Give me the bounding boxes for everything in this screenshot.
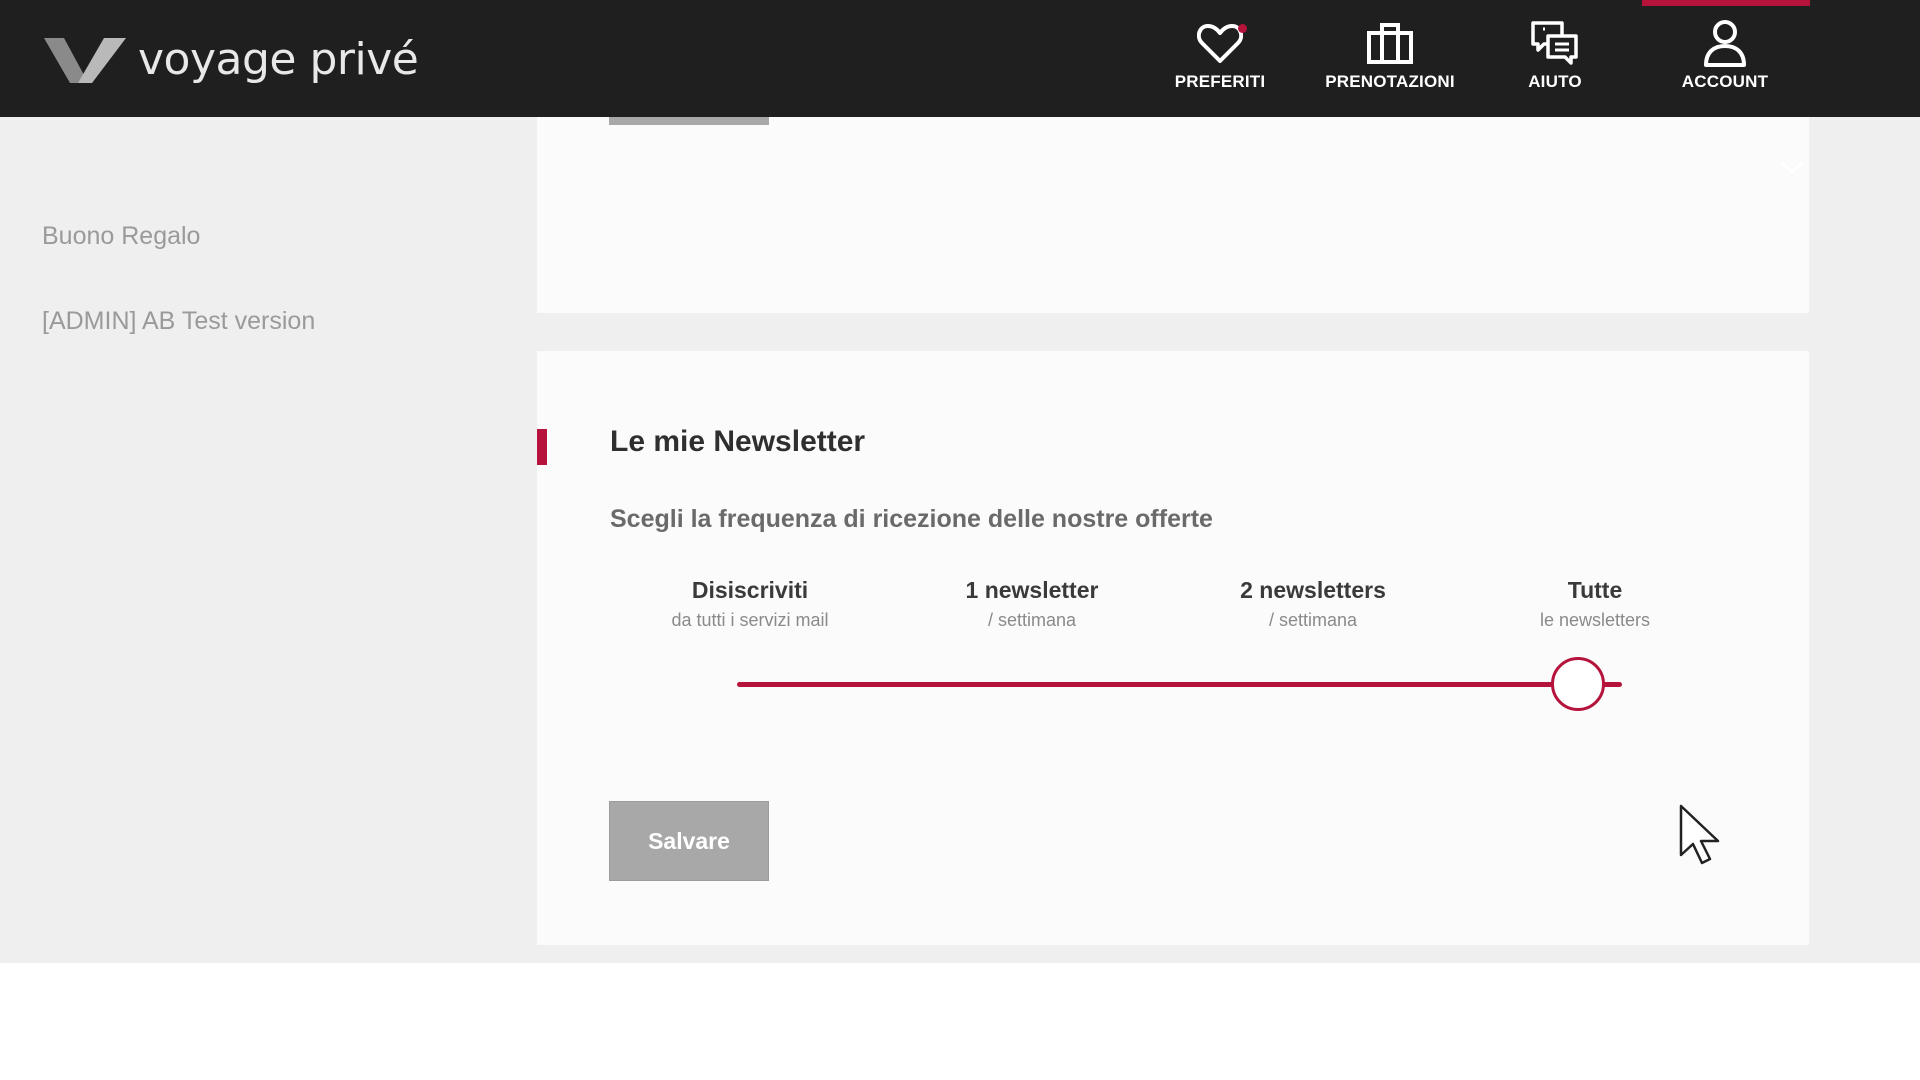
nav-bookings[interactable]: PRENOTAZIONI [1320, 0, 1460, 117]
nav-account[interactable]: ACCOUNT [1670, 0, 1780, 117]
option-subtitle: / settimana [1268, 610, 1358, 630]
option-unsubscribe[interactable]: Disiscriviti da tutti i servizi mail [630, 575, 870, 635]
nav-label: ACCOUNT [1681, 72, 1769, 91]
option-two-newsletters[interactable]: 2 newsletters / settimana [1193, 575, 1433, 635]
previous-card [537, 117, 1809, 313]
top-header: voyage privé PREFERITI PRENOTAZIONI AIUT… [0, 0, 1920, 174]
frequency-slider-track[interactable] [737, 682, 1622, 687]
suitcase-icon [1366, 16, 1414, 70]
logo-mark-icon [44, 38, 126, 83]
frequency-slider-thumb[interactable] [1551, 657, 1605, 711]
option-title: Tutte [1567, 577, 1623, 603]
option-all-newsletters[interactable]: Tutte le newsletters [1475, 575, 1715, 635]
newsletter-subtitle: Scegli la frequenza di ricezione delle n… [610, 505, 1213, 533]
favorites-notification-dot [1238, 24, 1247, 33]
sidebar-item-buono-regalo[interactable]: Buono Regalo [42, 222, 200, 251]
save-button[interactable]: Salvare [609, 801, 769, 881]
nav-label: AIUTO [1528, 72, 1582, 91]
option-subtitle: / settimana [987, 610, 1077, 630]
screenshot-stage: Buono Regalo [ADMIN] AB Test version Le … [0, 0, 1920, 1080]
nav-help[interactable]: AIUTO [1505, 0, 1605, 117]
page-content: Buono Regalo [ADMIN] AB Test version Le … [0, 117, 1920, 963]
option-title: Disiscriviti [691, 577, 809, 603]
newsletter-title: Le mie Newsletter [610, 425, 866, 458]
option-title: 1 newsletter [965, 577, 1099, 603]
voyage-prive-logo[interactable]: voyage privé [42, 30, 419, 90]
sidebar-item-admin-ab-test[interactable]: [ADMIN] AB Test version [42, 307, 315, 336]
mouse-cursor-icon [1678, 803, 1724, 872]
heart-icon [1197, 16, 1247, 70]
option-one-newsletter[interactable]: 1 newsletter / settimana [912, 575, 1152, 635]
newsletter-card: Le mie Newsletter Scegli la frequenza di… [537, 351, 1809, 945]
chevron-down-icon[interactable] [1781, 161, 1803, 175]
chat-icon [1530, 16, 1580, 70]
user-icon [1703, 16, 1747, 70]
logo-text: voyage privé [138, 34, 419, 85]
nav-label: PRENOTAZIONI [1325, 72, 1455, 91]
option-subtitle: le newsletters [1539, 610, 1651, 630]
previous-card-button[interactable] [609, 117, 769, 125]
section-accent-bar [537, 429, 547, 465]
option-title: 2 newsletters [1240, 577, 1386, 603]
nav-favorites[interactable]: PREFERITI [1170, 0, 1270, 117]
option-subtitle: da tutti i servizi mail [671, 610, 829, 630]
nav-label: PREFERITI [1174, 72, 1266, 91]
